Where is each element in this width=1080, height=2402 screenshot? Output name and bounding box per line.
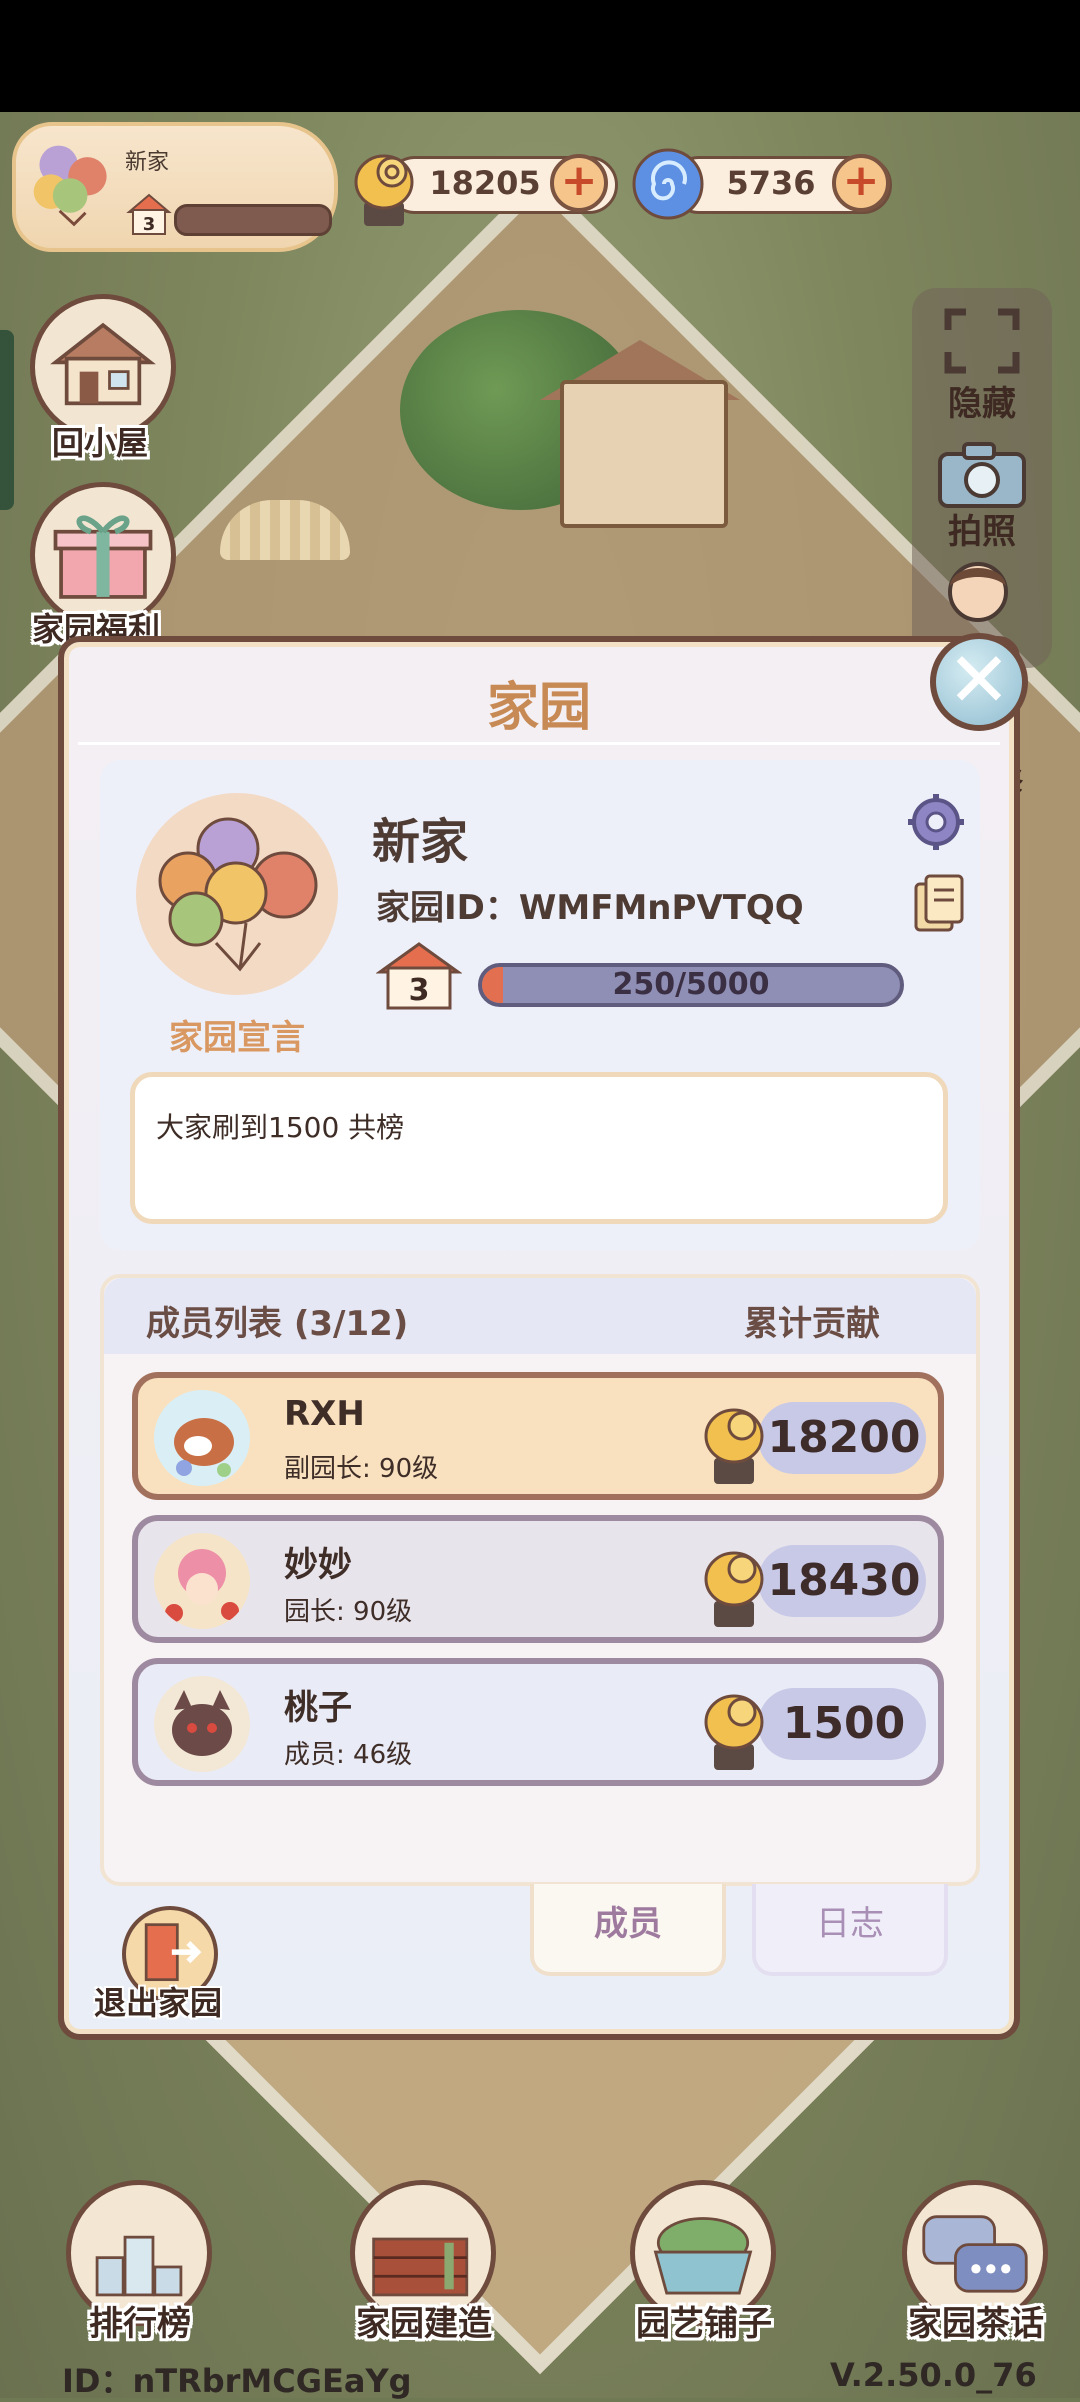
level-house-icon: 3 <box>126 193 172 235</box>
girl-avatar-icon <box>154 1533 250 1629</box>
dialog-title: 家园 <box>486 678 591 738</box>
close-button[interactable]: ✕ <box>930 633 1028 731</box>
manifesto-text: 大家刷到1500 共榜 <box>156 1111 405 1144</box>
side-drawer-handle[interactable] <box>0 330 14 510</box>
rank-label: 排行榜 <box>89 2304 191 2344</box>
fox-avatar-icon <box>154 1390 250 1486</box>
swirl-gem-icon <box>632 148 704 220</box>
swirl-amount: 5736 <box>726 164 816 202</box>
snail-trophy-icon <box>704 1408 764 1484</box>
add-swirl-button[interactable]: + <box>832 154 890 212</box>
home-id-row: 家园ID：WMFMnPVTQQ <box>376 880 804 929</box>
balloon-icon <box>33 145 107 227</box>
build-label: 家园建造 <box>356 2304 492 2344</box>
member-role: 园长: 90级 <box>284 1597 413 1627</box>
character-icon[interactable] <box>938 556 1018 626</box>
level-house-icon: 3 <box>376 942 462 1010</box>
member-row[interactable]: RXH 副园长: 90级 18200 <box>132 1372 944 1500</box>
gear-icon[interactable] <box>906 792 966 852</box>
member-name: 桃子 <box>284 1688 352 1728</box>
home-level: 3 <box>409 973 430 1008</box>
balloon-icon <box>158 817 318 972</box>
member-role: 副园长: 90级 <box>284 1454 439 1484</box>
home-id-label: 家园ID： <box>376 888 519 928</box>
member-role: 成员: 46级 <box>284 1740 413 1770</box>
add-snail-button[interactable]: + <box>550 154 608 212</box>
cottage-icon <box>50 322 156 406</box>
cat-avatar-icon <box>154 1676 250 1772</box>
copy-icon[interactable] <box>912 872 966 934</box>
profile-level: 3 <box>143 214 156 235</box>
home-exp-bar-small <box>174 204 332 236</box>
members-title: 成员列表 (3/12) <box>146 1304 409 1344</box>
home-exp-text: 250/5000 <box>612 967 770 1002</box>
garden-shop-label: 园艺铺子 <box>636 2304 772 2344</box>
player-id: ID：nTRbrMCGEaYg <box>62 2362 412 2400</box>
gift-icon <box>53 515 153 599</box>
member-avatar <box>154 1390 250 1486</box>
photo-label: 拍照 <box>948 512 1016 552</box>
member-score: 18430 <box>767 1555 921 1606</box>
member-score: 18200 <box>767 1412 921 1463</box>
home-exp-bar: 250/5000 <box>478 963 904 1007</box>
home-id-value: WMFMnPVTQQ <box>518 888 804 928</box>
cottage-label: 回小屋 <box>52 424 149 462</box>
house-decoration <box>560 380 728 528</box>
exit-home-label: 退出家园 <box>94 1984 223 2022</box>
hide-label: 隐藏 <box>948 384 1016 424</box>
snail-trophy-icon <box>354 154 414 226</box>
home-name-small: 新家 <box>125 150 170 175</box>
snail-trophy-icon <box>704 1551 764 1627</box>
member-avatar <box>154 1676 250 1772</box>
member-score: 1500 <box>782 1698 906 1749</box>
chat-label: 家园茶话 <box>908 2304 1044 2344</box>
status-bar <box>0 0 1080 112</box>
home-exp-fill <box>482 967 503 1003</box>
version-text: V.2.50.0_76 <box>830 2356 1037 2394</box>
home-name: 新家 <box>372 814 469 870</box>
manifesto-box[interactable] <box>130 1072 948 1224</box>
contribution-title: 累计贡献 <box>744 1304 880 1344</box>
manifesto-label: 家园宣言 <box>169 1018 305 1058</box>
snail-amount: 18205 <box>429 164 541 202</box>
tab-members[interactable]: 成员 <box>530 1884 726 1976</box>
camera-icon[interactable] <box>934 438 1030 510</box>
title-divider <box>78 742 1000 745</box>
hide-icon[interactable] <box>942 306 1022 376</box>
member-avatar <box>154 1533 250 1629</box>
member-row[interactable]: 桃子 成员: 46级 1500 <box>132 1658 944 1786</box>
member-name: 妙妙 <box>284 1545 352 1585</box>
snail-trophy-icon <box>704 1694 764 1770</box>
home-avatar[interactable] <box>136 793 338 995</box>
member-name: RXH <box>284 1394 365 1434</box>
member-row[interactable]: 妙妙 园长: 90级 18430 <box>132 1515 944 1643</box>
tab-log[interactable]: 日志 <box>752 1884 948 1976</box>
